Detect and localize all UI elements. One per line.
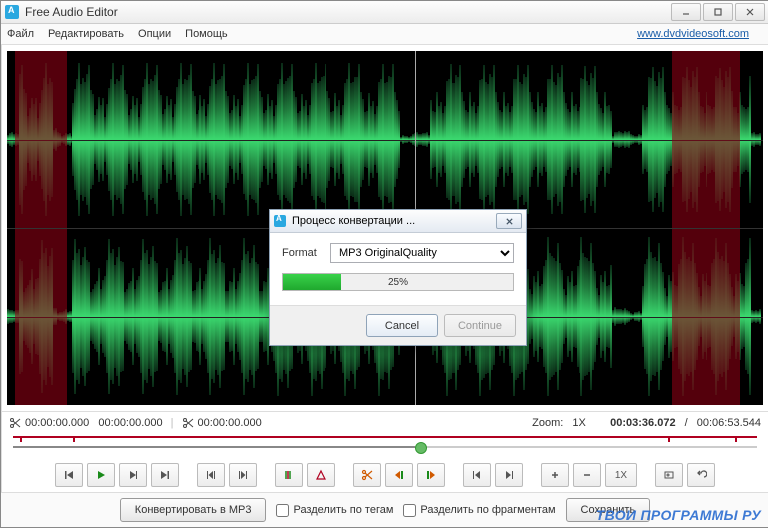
conversion-dialog: Процесс конвертации ... Format MP3 Origi… [269, 209, 527, 346]
dialog-close-button[interactable] [496, 213, 522, 229]
skip-end-button[interactable] [151, 463, 179, 487]
timeline-slider[interactable] [13, 436, 757, 456]
menu-help[interactable]: Помощь [185, 28, 228, 40]
scissors-icon [182, 417, 194, 429]
bottom-bar: Конвертировать в MP3 Разделить по тегам … [1, 492, 768, 527]
undo-button[interactable] [687, 463, 715, 487]
format-select[interactable]: MP3 OriginalQuality [330, 243, 514, 263]
dialog-title: Процесс конвертации ... [292, 215, 415, 227]
convert-mp3-button[interactable]: Конвертировать в MP3 [120, 498, 267, 522]
split-by-tags-checkbox[interactable]: Разделить по тегам [276, 504, 393, 517]
app-title: Free Audio Editor [25, 5, 118, 19]
marker-out-button[interactable] [307, 463, 335, 487]
dialog-titlebar: Процесс конвертации ... [270, 210, 526, 233]
seek-fwd-button[interactable] [495, 463, 523, 487]
progress-label: 25% [283, 274, 513, 290]
marker-in-button[interactable] [275, 463, 303, 487]
scissors-icon [9, 417, 21, 429]
progress-bar: 25% [282, 273, 514, 291]
menu-edit[interactable]: Редактировать [48, 28, 124, 40]
play-button[interactable] [87, 463, 115, 487]
split-by-fragments-checkbox[interactable]: Разделить по фрагментам [403, 504, 555, 517]
menu-options[interactable]: Опции [138, 28, 171, 40]
prev-marker-button[interactable] [197, 463, 225, 487]
close-button[interactable] [735, 3, 765, 21]
speed-indicator[interactable]: 1X [605, 463, 637, 487]
save-button[interactable]: Сохранить [566, 498, 651, 522]
cut-position: 00:00:00.000 [198, 417, 262, 429]
zoom-label: Zoom: [532, 417, 563, 429]
zoom-value: 1X [572, 417, 585, 429]
dialog-cancel-button[interactable]: Cancel [366, 314, 438, 337]
next-marker-button[interactable] [229, 463, 257, 487]
menubar: Файл Редактировать Опции Помощь www.dvdv… [1, 24, 768, 45]
trim-left-button[interactable] [385, 463, 413, 487]
seek-back-button[interactable] [463, 463, 491, 487]
picture-button[interactable] [655, 463, 683, 487]
trim-right-button[interactable] [417, 463, 445, 487]
app-icon [5, 5, 19, 19]
time-info-bar: 00:00:00.000 00:00:00.000 | 00:00:00.000… [1, 411, 768, 434]
slider-handle[interactable] [415, 442, 427, 454]
menu-file[interactable]: Файл [7, 28, 34, 40]
selection-end: 00:00:00.000 [98, 417, 162, 429]
dialog-app-icon [274, 215, 286, 227]
dialog-continue-button: Continue [444, 314, 516, 337]
format-label: Format [282, 247, 330, 259]
cut-button[interactable] [353, 463, 381, 487]
maximize-button[interactable] [703, 3, 733, 21]
playback-toolbar: 1X [1, 458, 768, 492]
zoom-out-button[interactable] [573, 463, 601, 487]
skip-start-button[interactable] [55, 463, 83, 487]
total-duration: 00:06:53.544 [697, 417, 761, 429]
play-selection-button[interactable] [119, 463, 147, 487]
selection-start: 00:00:00.000 [25, 417, 89, 429]
minimize-button[interactable] [671, 3, 701, 21]
app-window: Free Audio Editor Файл Редактировать Опц… [0, 0, 768, 528]
window-controls [669, 3, 765, 21]
site-link[interactable]: www.dvdvideosoft.com [637, 28, 749, 40]
titlebar: Free Audio Editor [1, 1, 768, 24]
zoom-in-button[interactable] [541, 463, 569, 487]
playback-position: 00:03:36.072 [610, 417, 675, 429]
